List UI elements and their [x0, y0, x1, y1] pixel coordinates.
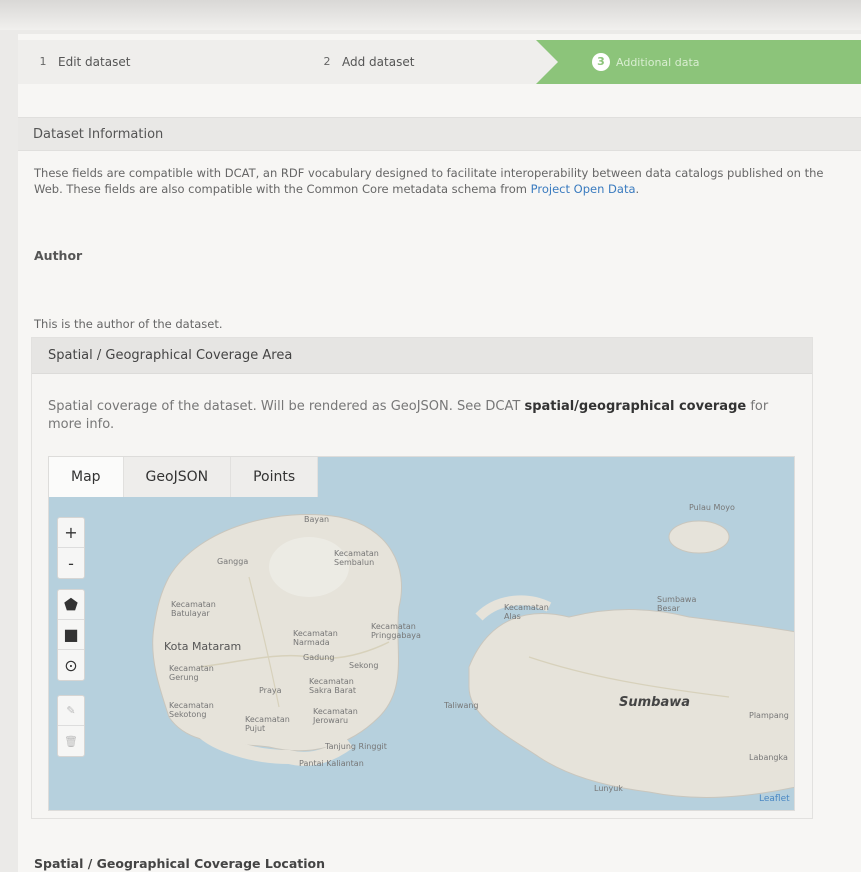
delete-layers-icon[interactable]: 🗑	[58, 726, 84, 756]
map-label: Bayan	[304, 515, 330, 524]
intro-end: .	[635, 182, 640, 196]
map-tabs: Map GeoJSON Points	[49, 457, 319, 497]
edit-layers-icon[interactable]: ✎	[58, 696, 84, 726]
map-label-sumbawa: Sumbawa	[619, 695, 691, 710]
stage-number: 2	[323, 55, 331, 68]
map-label: Kecamatan Sembalun	[334, 549, 379, 567]
map-label: Kecamatan Narmada	[293, 629, 338, 647]
stage-number: 3	[592, 53, 610, 71]
author-help-text: This is the author of the dataset.	[34, 317, 223, 331]
stage-progress: 1 Edit dataset 2 Add dataset 3 Additiona…	[18, 40, 861, 84]
edit-toolbar: ✎ 🗑	[57, 695, 85, 757]
map-label: Tanjung Ringgit	[325, 742, 387, 751]
zoom-out-button[interactable]: -	[58, 548, 84, 578]
draw-polygon-icon[interactable]: ⬟	[58, 590, 84, 620]
map-label: Gangga	[217, 557, 249, 566]
map-label: Kecamatan Batulayar	[171, 600, 216, 618]
draw-marker-icon[interactable]: ⊙	[58, 650, 84, 680]
spatial-coverage-area-panel: Spatial / Geographical Coverage Area Spa…	[31, 337, 813, 819]
stage-edit-dataset[interactable]: 1 Edit dataset	[18, 40, 308, 84]
map-label: Kecamatan Pringgabaya	[371, 622, 421, 640]
stage-number: 1	[39, 55, 47, 68]
map-label: Gadung	[303, 653, 335, 662]
map-label: Kecamatan Pujut	[245, 715, 290, 733]
map-label: Labangka	[749, 753, 788, 762]
map-label: Praya	[259, 686, 282, 695]
leaflet-attribution-link[interactable]: Leaflet	[759, 795, 790, 804]
stage-label: Add dataset	[342, 55, 415, 69]
section-intro: These fields are compatible with DCAT, a…	[34, 165, 834, 197]
draw-rectangle-icon[interactable]: ■	[58, 620, 84, 650]
dataset-form: 1 Edit dataset 2 Add dataset 3 Additiona…	[18, 34, 861, 872]
map-label: Pantai Kaliantan	[299, 759, 364, 768]
map-label: Lunyuk	[594, 784, 623, 793]
top-shadow	[0, 0, 861, 30]
map-label: Kota Mataram	[164, 640, 242, 653]
map-label: Pulau Moyo	[689, 503, 735, 512]
panel-description: Spatial coverage of the dataset. Will be…	[48, 398, 798, 434]
intro-text: These fields are compatible with DCAT, a…	[34, 166, 824, 196]
stage-label: Additional data	[616, 55, 700, 69]
spatial-location-label: Spatial / Geographical Coverage Location	[34, 856, 326, 871]
panel-title: Spatial / Geographical Coverage Area	[32, 338, 812, 374]
zoom-in-button[interactable]: +	[58, 518, 84, 548]
stage-add-dataset[interactable]: 2 Add dataset	[308, 40, 558, 84]
author-label: Author	[34, 248, 83, 263]
map-label: Kecamatan Sekotong	[169, 701, 214, 719]
map-label: Kecamatan Gerung	[169, 664, 214, 682]
stage-additional-data[interactable]: 3 Additional data	[536, 40, 861, 84]
tab-geojson[interactable]: GeoJSON	[123, 457, 232, 497]
map-label: Kecamatan Alas	[504, 603, 549, 621]
tab-points[interactable]: Points	[231, 457, 319, 497]
map-label: Sumbawa Besar	[657, 595, 697, 613]
desc-text: Spatial coverage of the dataset. Will be…	[48, 399, 525, 414]
draw-toolbar: ⬟ ■ ⊙	[57, 589, 85, 681]
tab-map[interactable]: Map	[49, 457, 124, 497]
map-widget[interactable]: Map GeoJSON Points + - ⬟ ■ ⊙ ✎ 🗑 Bayan G…	[48, 456, 795, 811]
project-open-data-link[interactable]: Project Open Data	[531, 182, 636, 196]
zoom-control: + -	[57, 517, 85, 579]
section-title: Dataset Information	[18, 117, 861, 151]
map-label: Kecamatan Sakra Barat	[309, 677, 357, 695]
map-label: Kecamatan Jerowaru	[313, 707, 358, 725]
map-label: Plampang	[749, 711, 789, 720]
stage-label: Edit dataset	[58, 55, 131, 69]
map-label: Taliwang	[444, 701, 479, 710]
dcat-spatial-link[interactable]: spatial/geographical coverage	[524, 399, 746, 414]
map-label: Sekong	[349, 661, 379, 670]
